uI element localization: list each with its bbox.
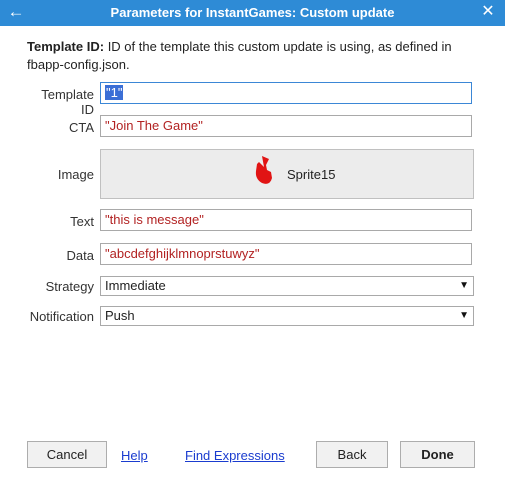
strategy-select[interactable]: Immediate ▼ — [100, 276, 474, 296]
text-input[interactable]: "this is message" — [100, 209, 472, 231]
help-link[interactable]: Help — [121, 448, 148, 463]
strategy-value: Immediate — [105, 278, 166, 293]
template-id-input[interactable]: "1" — [100, 82, 472, 104]
data-input[interactable]: "abcdefghijklmnoprstuwyz" — [100, 243, 472, 265]
close-icon[interactable]: ✕ — [479, 2, 497, 22]
data-label: Data — [66, 248, 94, 263]
dropdown-arrow-icon: ▼ — [459, 280, 469, 291]
sprite-name: Sprite15 — [287, 167, 336, 182]
cta-label: CTA — [68, 120, 94, 135]
dropdown-arrow-icon: ▼ — [459, 310, 469, 321]
window-title: Parameters for InstantGames: Custom upda… — [110, 5, 395, 20]
done-button[interactable]: Done — [400, 441, 475, 468]
parameter-description: Template ID: ID of the template this cus… — [27, 38, 477, 74]
description-label: Template ID: — [27, 39, 105, 54]
notification-label: Notification — [29, 309, 94, 324]
sprite-icon — [255, 156, 272, 184]
back-button[interactable]: Back — [316, 441, 388, 468]
find-expressions-link[interactable]: Find Expressions — [185, 448, 285, 463]
notification-select[interactable]: Push ▼ — [100, 306, 474, 326]
cancel-button[interactable]: Cancel — [27, 441, 107, 468]
notification-value: Push — [105, 308, 135, 323]
strategy-label: Strategy — [45, 279, 94, 294]
image-picker-button[interactable]: Sprite15 — [100, 149, 474, 199]
cta-input[interactable]: "Join The Game" — [100, 115, 472, 137]
title-bar: ← Parameters for InstantGames: Custom up… — [0, 0, 505, 26]
text-label: Text — [70, 214, 94, 229]
template-id-label: Template ID — [41, 87, 94, 117]
image-label: Image — [57, 167, 94, 182]
template-id-value: "1" — [105, 85, 124, 100]
